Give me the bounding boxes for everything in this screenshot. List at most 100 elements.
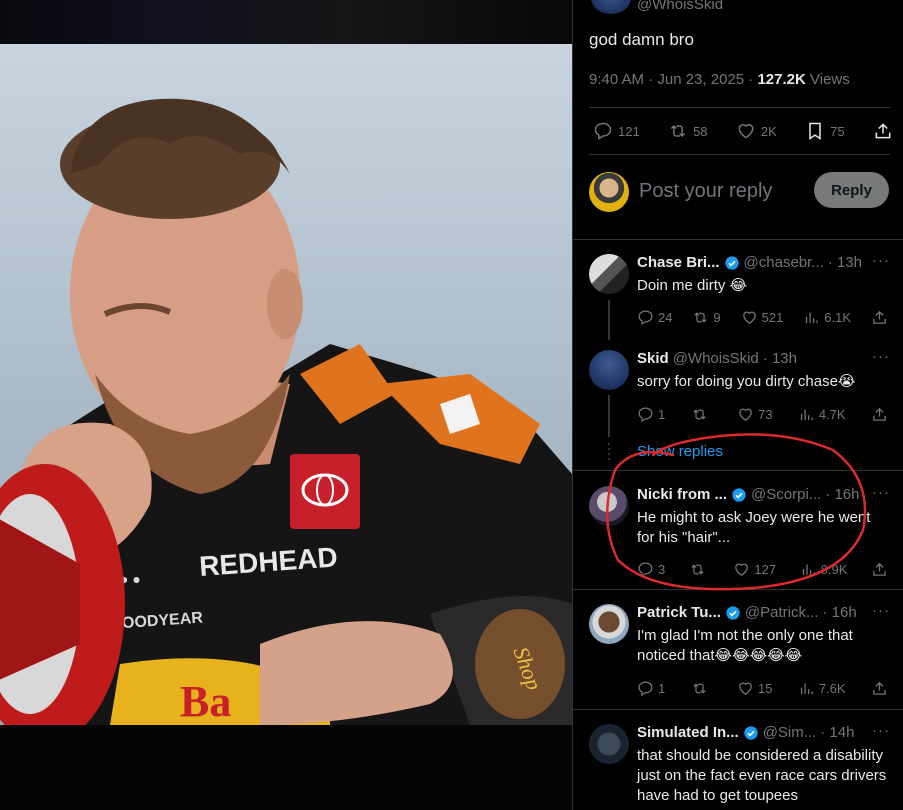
share-button[interactable] <box>873 121 893 141</box>
views-button[interactable]: 7.6K <box>798 680 846 697</box>
like-count: 2K <box>760 123 777 139</box>
media-viewer[interactable]: REDHEAD GOODYEAR ● ● Ba Shop <box>0 0 572 810</box>
reply-header: Simulated In... @Sim... · 14h <box>637 724 854 741</box>
tweet-actions: 121 58 2K 75 <box>593 118 893 144</box>
share-button[interactable] <box>871 561 891 578</box>
views-icon <box>800 683 813 694</box>
like-icon <box>735 563 749 576</box>
reply-time[interactable]: · 16h <box>825 486 859 503</box>
reply-count: 1 <box>658 680 666 696</box>
reply-author-handle[interactable]: @WhoisSkid <box>673 350 759 367</box>
avatar[interactable] <box>589 604 629 644</box>
avatar[interactable] <box>589 486 629 526</box>
reply-text: Doin me dirty 😂 <box>637 277 748 294</box>
divider <box>573 239 903 240</box>
more-icon[interactable]: ··· <box>872 348 890 365</box>
like-count: 15 <box>757 680 773 696</box>
repost-icon <box>694 311 708 323</box>
views-button[interactable]: 8.9K <box>800 561 848 578</box>
reply-text: He might to ask Joey were he went for hi… <box>637 509 871 546</box>
views-icon <box>802 564 815 575</box>
repost-count: 9 <box>713 309 721 325</box>
verified-icon <box>724 255 739 270</box>
like-count: 521 <box>761 309 784 325</box>
repost-button[interactable] <box>691 680 712 697</box>
reply-time[interactable]: · 14h <box>820 724 854 741</box>
reply-time[interactable]: · 16h <box>823 604 857 621</box>
reply-author-handle[interactable]: @Patrick... <box>745 604 819 621</box>
more-icon[interactable]: ··· <box>872 484 890 501</box>
bookmark-count: 75 <box>830 123 845 139</box>
author-avatar[interactable] <box>591 0 631 14</box>
author-handle[interactable]: @WhoisSkid <box>637 0 723 13</box>
like-button[interactable]: 127 <box>733 561 776 578</box>
tweet-panel: @WhoisSkid god damn bro 9:40 AM · Jun 23… <box>572 0 903 810</box>
avatar[interactable] <box>589 350 629 390</box>
reply-author-name[interactable]: Simulated In... <box>637 724 739 741</box>
like-icon <box>738 124 754 139</box>
avatar[interactable] <box>589 254 629 294</box>
media-top-strip <box>0 0 572 44</box>
more-icon[interactable]: ··· <box>872 252 890 269</box>
like-button[interactable]: 73 <box>737 406 772 423</box>
show-replies-link[interactable]: Show replies <box>637 443 723 460</box>
reply-text: that should be considered a disability j… <box>637 747 887 804</box>
repost-button[interactable]: 58 <box>668 121 708 141</box>
avatar[interactable] <box>589 724 629 764</box>
reply-icon <box>638 406 653 422</box>
bookmark-icon <box>809 122 821 140</box>
reply-button[interactable]: 3 <box>637 561 665 578</box>
views-icon <box>800 409 813 420</box>
reply-header: Nicki from ... @Scorpi... · 16h <box>637 486 859 503</box>
reply-author-handle[interactable]: @Sim... <box>763 724 817 741</box>
reply-author-handle[interactable]: @chasebr... <box>744 254 824 271</box>
reply-count: 1 <box>658 406 666 422</box>
reply-icon <box>594 122 612 140</box>
media-bottom-strip <box>0 725 572 810</box>
reply-icon <box>638 309 653 325</box>
reply-text: I'm glad I'm not the only one that notic… <box>637 627 853 664</box>
share-button[interactable] <box>871 406 891 423</box>
repost-button[interactable] <box>691 406 712 423</box>
reply-actions: 3 127 8.9K <box>637 559 891 579</box>
verified-icon <box>732 487 746 502</box>
reply-time[interactable]: · 13h <box>763 350 797 367</box>
reply-author-name[interactable]: Chase Bri... <box>637 254 720 271</box>
my-avatar[interactable] <box>589 172 629 212</box>
like-button[interactable]: 521 <box>741 309 784 326</box>
more-icon[interactable]: ··· <box>872 722 890 739</box>
like-icon <box>739 682 752 695</box>
reply-header: Patrick Tu... @Patrick... · 16h <box>637 604 857 621</box>
reply-button[interactable]: 1 <box>637 406 665 423</box>
views-button[interactable]: 6.1K <box>803 309 851 326</box>
reply-button[interactable]: 1 <box>637 680 665 697</box>
reply-input[interactable]: Post your reply <box>639 180 772 203</box>
reply-author-name[interactable]: Patrick Tu... <box>637 604 721 621</box>
reply-submit-button[interactable]: Reply <box>814 172 889 208</box>
media-photo[interactable]: REDHEAD GOODYEAR ● ● Ba Shop <box>0 44 572 725</box>
like-button[interactable]: 15 <box>737 680 772 697</box>
reply-author-handle[interactable]: @Scorpi... <box>751 486 821 503</box>
bookmark-button[interactable]: 75 <box>805 121 845 141</box>
reply-button[interactable]: 24 <box>637 309 672 326</box>
reply-author-name[interactable]: Skid <box>637 350 669 367</box>
views-count: 8.9K <box>820 561 848 577</box>
repost-icon <box>691 563 704 575</box>
share-button[interactable] <box>871 680 891 697</box>
repost-button[interactable] <box>689 561 710 578</box>
like-button[interactable]: 2K <box>736 121 777 141</box>
reply-button[interactable]: 121 <box>593 121 640 141</box>
thread-line <box>608 395 610 437</box>
share-icon <box>873 562 886 576</box>
tweet-timestamp[interactable]: 9:40 AM · Jun 23, 2025 · <box>589 71 757 88</box>
reply-author-name[interactable]: Nicki from ... <box>637 486 727 503</box>
more-icon[interactable]: ··· <box>872 602 890 619</box>
share-button[interactable] <box>871 309 891 326</box>
repost-button[interactable]: 9 <box>692 309 721 326</box>
views-button[interactable]: 4.7K <box>798 406 846 423</box>
reply-time[interactable]: · 13h <box>828 254 862 271</box>
reply-header: Skid @WhoisSkid · 13h <box>637 350 797 367</box>
reply-composer: Post your reply Reply <box>589 172 889 212</box>
share-icon <box>873 310 886 324</box>
views-icon <box>806 312 819 323</box>
